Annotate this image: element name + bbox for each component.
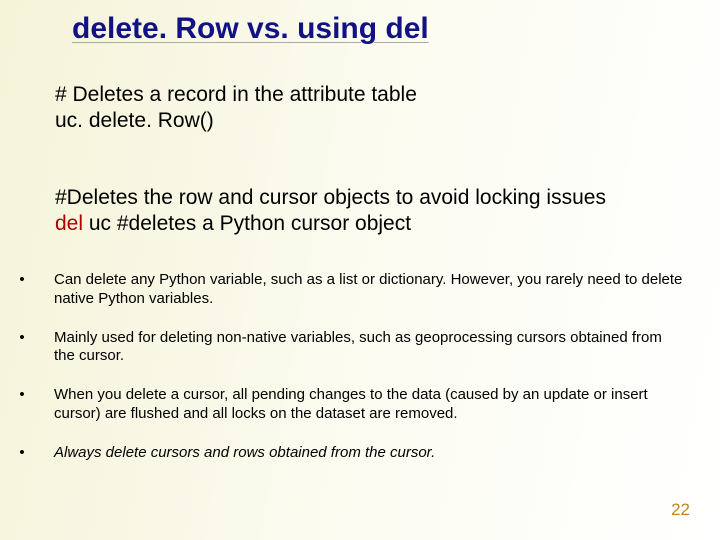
code-line-2-rest: uc #deletes a Python cursor object (83, 212, 411, 235)
bullet-text: When you delete a cursor, all pending ch… (54, 386, 685, 424)
bullet-text: Can delete any Python variable, such as … (54, 271, 685, 309)
bullet-dot-icon: • (18, 271, 26, 290)
slide-title: delete. Row vs. using del (72, 12, 429, 46)
code-line-2: del uc #deletes a Python cursor object (55, 211, 690, 237)
bullet-text: Always delete cursors and rows obtained … (54, 444, 685, 463)
bullet-item: • When you delete a cursor, all pending … (18, 386, 685, 424)
bullet-dot-icon: • (18, 386, 26, 405)
bullet-item: • Always delete cursors and rows obtaine… (18, 444, 685, 463)
code-comment-1: # Deletes a record in the attribute tabl… (55, 82, 680, 108)
bullet-item: • Mainly used for deleting non-native va… (18, 329, 685, 367)
slide: delete. Row vs. using del # Deletes a re… (0, 0, 720, 540)
page-number: 22 (671, 500, 690, 520)
bullet-list: • Can delete any Python variable, such a… (18, 271, 685, 482)
bullet-item: • Can delete any Python variable, such a… (18, 271, 685, 309)
code-comment-2: #Deletes the row and cursor objects to a… (55, 185, 690, 211)
del-keyword: del (55, 212, 83, 235)
bullet-text: Mainly used for deleting non-native vari… (54, 329, 685, 367)
code-block-1: # Deletes a record in the attribute tabl… (55, 82, 680, 135)
code-line-1: uc. delete. Row() (55, 108, 680, 134)
bullet-dot-icon: • (18, 444, 26, 463)
code-block-2: #Deletes the row and cursor objects to a… (55, 185, 690, 238)
bullet-dot-icon: • (18, 329, 26, 348)
